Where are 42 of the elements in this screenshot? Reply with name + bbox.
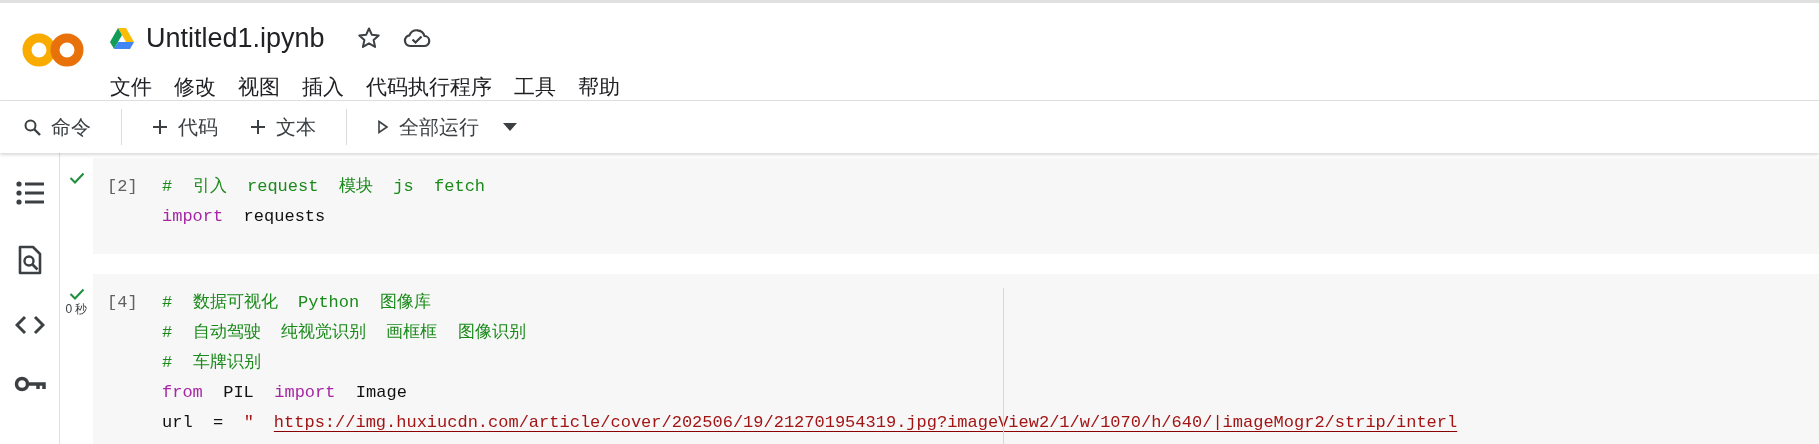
code-text: PIL <box>222 383 255 402</box>
execution-count: [4] <box>107 292 139 314</box>
add-button[interactable]: 代码 <box>142 107 228 147</box>
add-button[interactable]: 文本 <box>240 107 326 147</box>
run-all-button[interactable]: 全部运行 <box>367 107 489 147</box>
cloud-check-icon[interactable] <box>402 27 431 49</box>
play-icon <box>377 120 389 134</box>
logo-icon <box>22 31 84 69</box>
star-icon[interactable] <box>356 26 381 50</box>
code-comment: # 数据可视化 Python 图像库 <box>162 293 431 312</box>
key-icon[interactable] <box>13 375 46 393</box>
code-text: url = <box>162 413 225 432</box>
url-link[interactable]: https://img.huxiucdn.com/article/cover/202506/19/212701954319.jpg?imageView2/1/w/1070/h/640/|imageMogr2/strip/interl <box>273 413 1458 432</box>
run-time: 0 秒 <box>65 301 88 318</box>
execution-count: [2] <box>107 176 139 198</box>
code-cell[interactable]: [2] # 引入 request 模块 js fetch import requests <box>93 158 1819 254</box>
menu-item[interactable]: 代码执行程序 <box>366 71 492 103</box>
menu-item[interactable]: 工具 <box>514 71 556 103</box>
code-text: Image <box>354 383 407 402</box>
code-cell[interactable]: [4] # 数据可视化 Python 图像库 # 自动驾驶 纯视觉识别 画框框 图像识别 # 车牌识别 from PIL import Image url = ″ https://img.huxiucdn.com/article/cover/202506/19/212701954319.jpg?imageView2/1/w/1070/h/640/|imageMogr2/strip/interl <box>93 274 1819 444</box>
code-comment: # 车牌识别 <box>162 353 261 372</box>
menu-item[interactable]: 帮助 <box>578 71 620 103</box>
code-keyword: from <box>162 383 203 402</box>
menu-item[interactable]: 插入 <box>302 71 344 103</box>
plus-icon <box>152 119 168 135</box>
table-of-contents-icon[interactable] <box>15 181 44 205</box>
code-string: ″ <box>243 413 254 432</box>
find-icon[interactable] <box>17 245 42 275</box>
search-icon <box>24 118 41 136</box>
notebook-title[interactable]: Untitled1.ipynb <box>146 22 325 54</box>
menu-item[interactable]: 文件 <box>110 71 152 103</box>
menu-item[interactable]: 视图 <box>238 71 280 103</box>
code-keyword: import <box>274 383 336 402</box>
drive-icon[interactable] <box>110 27 134 49</box>
code-text: requests <box>242 207 326 226</box>
command-search-button[interactable]: 命令 <box>14 107 101 147</box>
plus-icon <box>250 119 266 135</box>
code-comment: # 自动驾驶 纯视觉识别 画框框 图像识别 <box>162 323 526 342</box>
code-icon[interactable] <box>14 315 45 335</box>
code-comment: # 引入 request 模块 js fetch <box>162 177 486 196</box>
menu-item[interactable]: 修改 <box>174 71 216 103</box>
code-keyword: import <box>162 207 224 226</box>
